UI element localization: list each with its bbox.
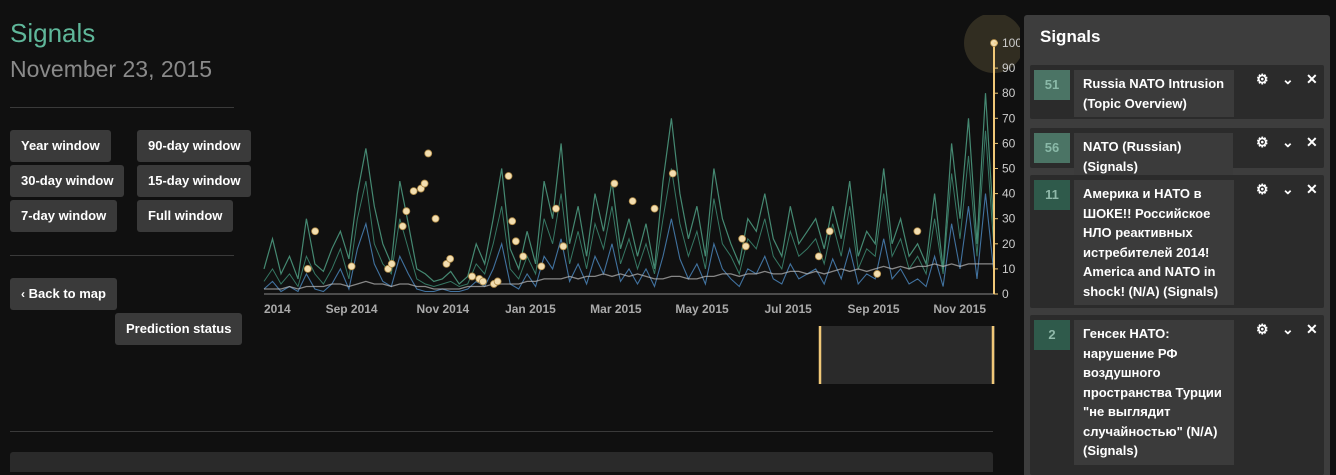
close-icon[interactable]: ✕ bbox=[1306, 71, 1318, 88]
series-line-1 bbox=[263, 130, 995, 288]
year-window-button[interactable]: Year window bbox=[10, 130, 111, 162]
y-tick-label: 80 bbox=[1002, 86, 1016, 100]
y-tick-label: 30 bbox=[1002, 212, 1016, 226]
annotation-point bbox=[552, 204, 560, 213]
back-to-map-label: Back to map bbox=[28, 286, 106, 301]
y-tick-label: 100 bbox=[1002, 36, 1020, 50]
page-date: November 23, 2015 bbox=[10, 56, 213, 82]
annotation-point bbox=[508, 217, 517, 226]
chevron-down-icon[interactable]: ⌄ bbox=[1282, 134, 1294, 151]
signal-card[interactable]: 51 Russia NATO Intrusion (Topic Overview… bbox=[1030, 65, 1324, 119]
15-day-window-button[interactable]: 15-day window bbox=[137, 165, 252, 197]
x-tick-label: 2014 bbox=[264, 302, 291, 316]
chevron-left-icon: ‹ bbox=[21, 287, 25, 301]
bottom-panel bbox=[10, 452, 993, 472]
annotation-point bbox=[738, 234, 747, 243]
annotation-point bbox=[537, 262, 546, 271]
signal-card[interactable]: 11 Америка и НАТО в ШОКЕ!! Российское НЛ… bbox=[1030, 175, 1324, 308]
annotation-point bbox=[519, 252, 528, 261]
annotation-point bbox=[311, 227, 319, 236]
annotation-point bbox=[420, 179, 429, 188]
annotation-point bbox=[628, 197, 637, 206]
close-icon[interactable]: ✕ bbox=[1306, 181, 1318, 198]
signals-panel: Signals 51 Russia NATO Intrusion (Topic … bbox=[1024, 15, 1330, 475]
full-window-button[interactable]: Full window bbox=[137, 200, 234, 232]
annotation-point bbox=[511, 237, 520, 246]
chevron-down-icon[interactable]: ⌄ bbox=[1282, 181, 1294, 198]
x-tick-label: Nov 2014 bbox=[416, 302, 469, 316]
signal-card-title[interactable]: Америка и НАТО в ШОКЕ!! Российское НЛО р… bbox=[1074, 180, 1234, 305]
annotation-point bbox=[409, 187, 418, 195]
divider bbox=[10, 107, 234, 108]
annotation-point bbox=[424, 149, 433, 158]
time-brush-window bbox=[819, 326, 995, 384]
signal-count-badge: 56 bbox=[1034, 133, 1070, 163]
y-tick-label: 10 bbox=[1002, 262, 1016, 276]
annotation-point bbox=[402, 207, 411, 216]
annotation-point bbox=[493, 277, 502, 286]
y-tick-label: 60 bbox=[1002, 136, 1016, 150]
close-icon[interactable]: ✕ bbox=[1306, 134, 1318, 151]
x-tick-label: Jan 2015 bbox=[505, 302, 556, 316]
signal-card[interactable]: 56 NATO (Russian) (Signals) ⚙ ⌄ ✕ bbox=[1030, 128, 1324, 180]
gear-icon[interactable]: ⚙ bbox=[1256, 181, 1269, 198]
annotation-point bbox=[398, 222, 407, 231]
7-day-window-button[interactable]: 7-day window bbox=[10, 200, 118, 232]
divider bbox=[10, 431, 993, 432]
prediction-status-button[interactable]: Prediction status bbox=[115, 313, 243, 345]
signal-card[interactable]: 2 Генсек НАТО: нарушение РФ воздушного п… bbox=[1030, 315, 1324, 475]
x-tick-label: Jul 2015 bbox=[764, 302, 812, 316]
annotation-point bbox=[347, 262, 356, 271]
x-tick-label: Mar 2015 bbox=[590, 302, 642, 316]
x-tick-label: Sep 2015 bbox=[848, 302, 900, 316]
x-tick-label: May 2015 bbox=[675, 302, 729, 316]
annotation-point bbox=[741, 242, 750, 251]
gear-icon[interactable]: ⚙ bbox=[1256, 134, 1269, 151]
signals-chart[interactable]: 0 10 20 30 40 50 60 70 80 90 100 2014 Sep 2014 Nov 20… bbox=[258, 15, 1020, 387]
annotation-point bbox=[468, 272, 476, 281]
y-tick-label: 70 bbox=[1002, 111, 1016, 125]
x-tick-label: Sep 2014 bbox=[326, 302, 378, 316]
annotation-point bbox=[650, 204, 659, 213]
y-tick-label: 50 bbox=[1002, 162, 1016, 176]
page-title: Signals bbox=[10, 18, 96, 48]
y-tick-label: 20 bbox=[1002, 237, 1016, 251]
signal-card-title[interactable]: Генсек НАТО: нарушение РФ воздушного про… bbox=[1074, 320, 1234, 465]
signal-card-title[interactable]: Russia NATO Intrusion (Topic Overview) bbox=[1074, 70, 1234, 117]
annotation-point bbox=[479, 277, 487, 286]
divider bbox=[10, 255, 234, 256]
annotation-point bbox=[814, 252, 823, 261]
annotation-point bbox=[446, 254, 455, 263]
signal-count-badge: 11 bbox=[1034, 180, 1070, 210]
annotation-point bbox=[610, 179, 619, 188]
signal-count-badge: 2 bbox=[1034, 320, 1070, 350]
signals-panel-title: Signals bbox=[1040, 27, 1101, 46]
back-to-map-button[interactable]: ‹ Back to map bbox=[10, 278, 117, 310]
annotation-point bbox=[913, 227, 922, 236]
y-tick-label: 40 bbox=[1002, 187, 1016, 201]
signal-card-title[interactable]: NATO (Russian) (Signals) bbox=[1074, 133, 1233, 180]
series-line-0 bbox=[263, 93, 995, 285]
chevron-down-icon[interactable]: ⌄ bbox=[1282, 71, 1294, 88]
annotation-point bbox=[387, 259, 396, 268]
chevron-down-icon[interactable]: ⌄ bbox=[1282, 321, 1294, 338]
y-tick-label: 0 bbox=[1002, 287, 1009, 301]
gear-icon[interactable]: ⚙ bbox=[1256, 321, 1269, 338]
gear-icon[interactable]: ⚙ bbox=[1256, 71, 1269, 88]
signal-count-badge: 51 bbox=[1034, 70, 1070, 100]
series-line-3 bbox=[264, 263, 994, 290]
annotation-point bbox=[825, 227, 834, 236]
annotation-point bbox=[431, 214, 440, 223]
annotation-point bbox=[668, 169, 677, 178]
y-tick-label: 90 bbox=[1002, 61, 1016, 75]
30-day-window-button[interactable]: 30-day window bbox=[10, 165, 125, 197]
x-tick-label: Nov 2015 bbox=[933, 302, 986, 316]
90-day-window-button[interactable]: 90-day window bbox=[137, 130, 252, 162]
annotation-point bbox=[559, 242, 568, 251]
annotation-point bbox=[303, 264, 312, 273]
close-icon[interactable]: ✕ bbox=[1306, 321, 1318, 338]
annotation-point bbox=[873, 270, 882, 278]
annotation-point bbox=[504, 172, 513, 180]
